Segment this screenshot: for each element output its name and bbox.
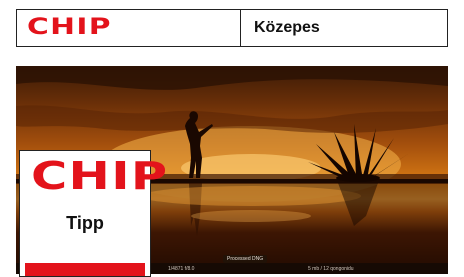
status-left-text: 1/4871 f/8.0 — [168, 265, 195, 272]
tipp-red-bar — [25, 263, 145, 276]
rating-logo-cell: CHIP — [16, 9, 241, 47]
chip-logo: CHIP — [27, 15, 112, 40]
processed-label: Processed DNG — [223, 255, 268, 263]
status-mid-text: 5 mb / 12 qongonidu — [308, 265, 354, 272]
rating-label: Közepes — [241, 9, 448, 47]
tipp-badge: CHIP Tipp — [19, 150, 167, 277]
tipp-label: Tipp — [66, 213, 104, 233]
chip-logo-large: CHIP — [31, 154, 169, 198]
rating-row: CHIP Közepes — [16, 9, 448, 47]
tipp-badge-logo: CHIP — [31, 157, 167, 195]
